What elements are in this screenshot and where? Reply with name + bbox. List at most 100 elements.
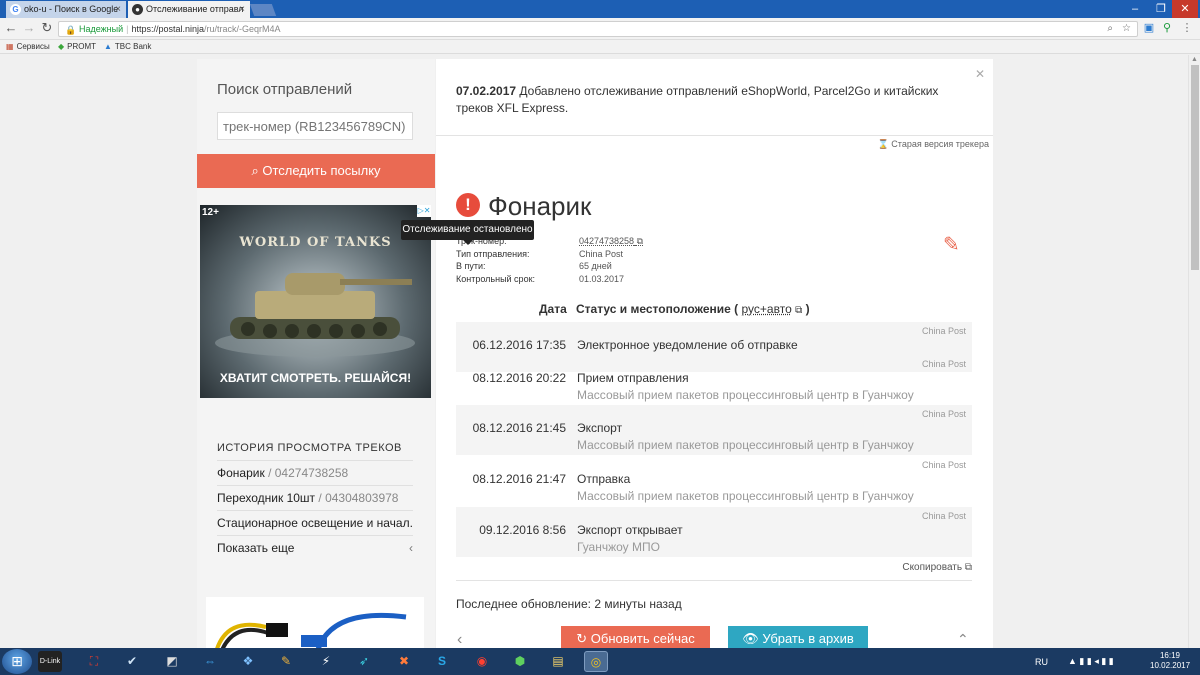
hourglass-icon: ⌛	[877, 139, 889, 149]
last-update-text: Последнее обновление: 2 минуты назад	[456, 597, 682, 611]
browser-tab-bar: G oko-u - Поиск в Google × ● Отслеживани…	[0, 0, 1200, 18]
thunder-app-icon[interactable]: ⚡	[314, 651, 338, 672]
scrollbar-thumb[interactable]	[1191, 65, 1199, 270]
tab-google-search[interactable]: G oko-u - Поиск в Google ×	[6, 1, 126, 18]
show-more-link[interactable]: Показать еще ‹	[217, 535, 413, 560]
tab-postal-ninja[interactable]: ● Отслеживание отправл ×	[128, 1, 250, 18]
tracking-event-row: China Post 09.12.2016 8:56 Экспорт откры…	[456, 507, 972, 557]
new-tab-button[interactable]	[249, 4, 277, 16]
exclamation-icon[interactable]: !	[456, 193, 480, 217]
secure-label: Надежный	[79, 24, 124, 34]
update-now-button[interactable]: ↻ Обновить сейчас	[561, 626, 710, 648]
track-number-value[interactable]: 04274738258 ⧉	[579, 235, 643, 248]
file-explorer-icon[interactable]: ▤	[546, 651, 570, 672]
sidebar: Поиск отправлений ⌕ Отследить посылку 12…	[197, 59, 435, 648]
event-source: China Post	[921, 409, 966, 419]
tracking-stopped-tooltip: Отслеживание остановлено	[401, 220, 534, 245]
scroll-up-icon[interactable]: ▲	[1191, 56, 1198, 63]
track-parcel-button[interactable]: ⌕ Отследить посылку	[197, 154, 435, 188]
taskbar-clock[interactable]: 16:19 10.02.2017	[1150, 651, 1190, 671]
bookmark-star-icon[interactable]: ☆	[1122, 22, 1131, 36]
back-arrow-icon[interactable]: ←	[4, 21, 18, 35]
show-more-label: Показать еще	[217, 541, 295, 555]
lock-icon: 🔒	[65, 25, 77, 35]
chevron-left-icon[interactable]: ‹	[457, 631, 462, 648]
paint-icon[interactable]: ✎	[274, 651, 298, 672]
translation-language-link[interactable]: рус+авто	[742, 302, 792, 316]
input-language[interactable]: RU	[1035, 657, 1048, 667]
bookmark-services[interactable]: ▦ Сервисы	[6, 40, 50, 53]
paren-open: (	[730, 302, 742, 316]
acrobat-icon[interactable]: ⛶	[82, 651, 106, 672]
recorder-app-icon[interactable]: ◉	[470, 651, 494, 672]
maximize-icon[interactable]: ❐	[1148, 0, 1174, 18]
column-header-date: Дата	[539, 302, 567, 316]
close-tab-icon[interactable]: ×	[115, 1, 121, 18]
document-viewer-icon[interactable]: ✔	[120, 651, 144, 672]
start-button-icon[interactable]: ⊞	[2, 649, 32, 674]
forward-arrow-icon[interactable]: →	[22, 21, 36, 35]
track-number-input[interactable]	[217, 112, 413, 140]
shield-app-icon[interactable]: ⬢	[508, 651, 532, 672]
meta-value: 65 дней	[579, 261, 612, 271]
copy-icon: ⧉	[964, 562, 972, 573]
bookmark-promt[interactable]: ◆ PROMT	[58, 40, 96, 53]
event-source: China Post	[921, 460, 966, 470]
page-scrollbar[interactable]: ▲	[1188, 55, 1200, 648]
edit-pencil-icon[interactable]: ✎	[943, 235, 963, 255]
tracking-event-row: China Post 08.12.2016 21:45 Экспорт Масс…	[456, 405, 972, 455]
archive-button[interactable]: 👁 Убрать в архив	[728, 626, 868, 648]
clock-date: 10.02.2017	[1150, 661, 1191, 670]
google-g-icon: G	[10, 4, 21, 15]
windows-taskbar: ⊞ D-Link ⛶ ✔ ◩ ⇔ ❖ ✎ ⚡ ➶ ✖ S ◉ ⬢ ▤ ◎ RU …	[0, 648, 1200, 675]
ad-banner-world-of-tanks[interactable]: 12+ ▷✕ WORLD OF TANKS ХВАТИТ СМОТРЕТЬ. Р…	[200, 205, 431, 398]
refresh-icon: ↻	[576, 631, 588, 646]
bookmark-tbc[interactable]: ▲ TBC Bank	[104, 40, 151, 53]
history-item[interactable]: Стационарное освещение и начал...	[217, 510, 413, 535]
page-viewport: Поиск отправлений ⌕ Отследить посылку 12…	[0, 55, 1188, 648]
menu-kebab-icon[interactable]: ⋮	[1180, 21, 1194, 35]
apps-grid-icon: ▦	[6, 42, 14, 51]
news-text: Добавлено отслеживание отправлений eShop…	[456, 84, 939, 115]
event-date: 06.12.2016 17:35	[472, 338, 566, 352]
history-item-track: 04274738258	[274, 466, 349, 480]
news-banner: 07.02.2017 Добавлено отслеживание отправ…	[456, 83, 966, 117]
chevron-up-icon[interactable]: ⌃	[957, 631, 969, 648]
feather-app-icon[interactable]: ➶	[352, 651, 376, 672]
history-item[interactable]: Переходник 10шт / 04304803978	[217, 485, 413, 510]
tray-icons[interactable]: ▲ ▮ ▮ ◂ ▮ ▮	[1068, 656, 1114, 667]
tab-title: oko-u - Поиск в Google	[24, 4, 119, 14]
reload-icon[interactable]: ↻	[40, 21, 54, 35]
close-tab-icon[interactable]: ×	[239, 1, 245, 18]
minimize-icon[interactable]: –	[1122, 0, 1148, 18]
dlink-icon[interactable]: D-Link	[38, 651, 62, 672]
antivirus-icon[interactable]: ✖	[392, 651, 416, 672]
ad-banner-cables[interactable]	[206, 597, 424, 648]
close-news-icon[interactable]: ✕	[975, 67, 985, 81]
search-icon: ⌕	[251, 163, 259, 178]
ad-call-to-action: ХВАТИТ СМОТРЕТЬ. РЕШАЙСЯ!	[219, 371, 412, 385]
address-bar[interactable]: 🔒 Надежный | https://postal.ninja/ru/track…	[58, 21, 1138, 37]
event-location: Массовый прием пакетов процессинговый це…	[577, 489, 914, 503]
media-app-icon[interactable]: ◩	[160, 651, 184, 672]
extension-icon[interactable]: ▣	[1142, 21, 1156, 35]
teamviewer-icon[interactable]: ⇔	[198, 651, 222, 672]
skype-icon[interactable]: S	[430, 651, 454, 672]
url-separator: |	[126, 24, 129, 34]
copy-icon[interactable]: ⧉	[637, 236, 643, 246]
event-date: 08.12.2016 21:47	[472, 472, 566, 486]
paw-app-icon[interactable]: ❖	[236, 651, 260, 672]
history-item-separator: /	[264, 466, 275, 480]
copy-history-link[interactable]: Скопировать ⧉	[902, 562, 972, 573]
event-location: Массовый прием пакетов процессинговый це…	[577, 388, 914, 402]
history-item[interactable]: Фонарик / 04274738258	[217, 460, 413, 485]
extension-pin-icon[interactable]: ⚲	[1160, 21, 1174, 35]
address-toolbar: ← → ↻ 🔒 Надежный | https://postal.ninja/ru…	[0, 18, 1200, 40]
event-date: 08.12.2016 20:22	[472, 371, 566, 385]
close-window-icon[interactable]: ✕	[1172, 0, 1198, 18]
url-host: https://postal.ninja	[131, 24, 205, 34]
zoom-icon[interactable]: ⌕	[1107, 22, 1113, 36]
chrome-icon[interactable]: ◎	[584, 651, 608, 672]
event-status: Прием отправления	[577, 371, 689, 385]
old-version-link[interactable]: ⌛ Старая версия трекера	[878, 139, 989, 150]
